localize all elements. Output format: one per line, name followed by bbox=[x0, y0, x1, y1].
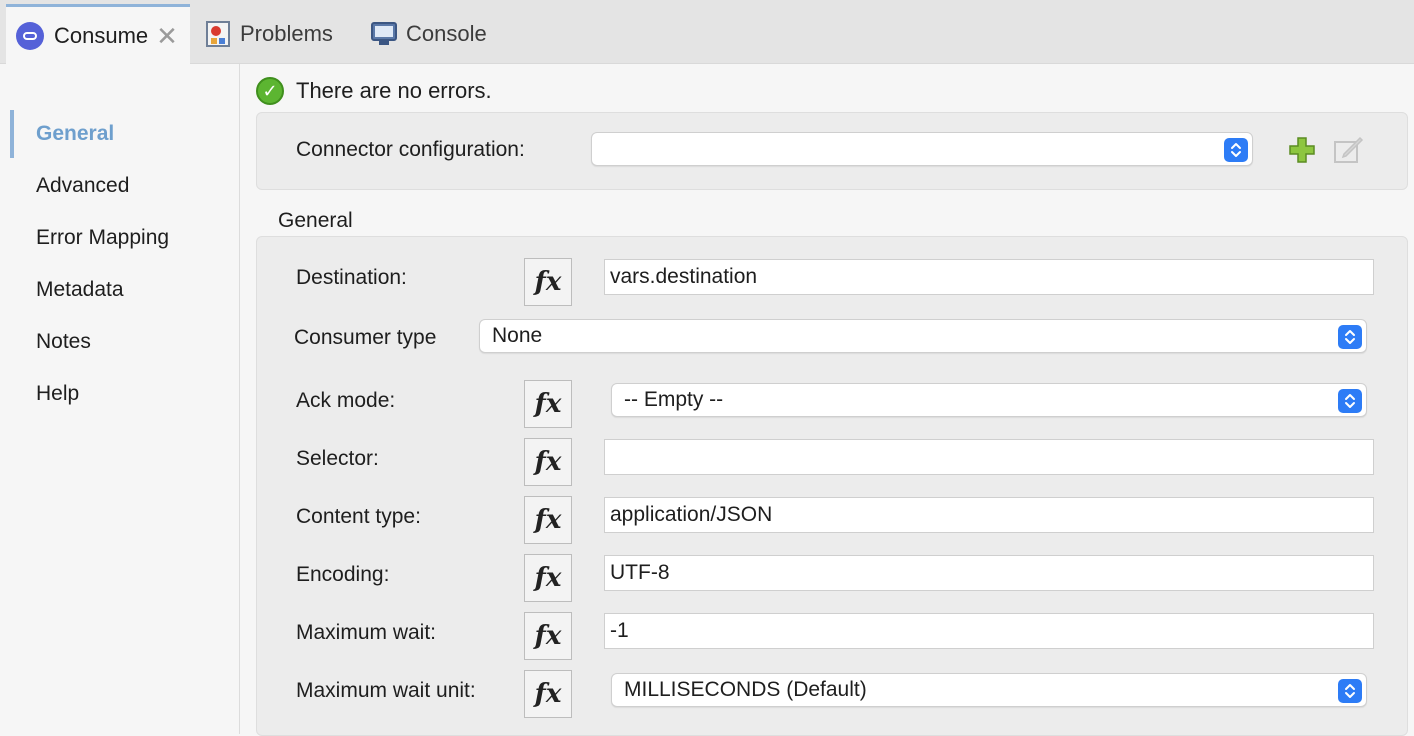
fx-button-ack-mode[interactable]: fx bbox=[524, 380, 572, 428]
chevron-updown-icon bbox=[1224, 138, 1248, 162]
selector-input[interactable] bbox=[604, 439, 1374, 475]
edit-icon[interactable] bbox=[1332, 134, 1364, 166]
fx-button-selector[interactable]: fx bbox=[524, 438, 572, 486]
ack-mode-value: -- Empty -- bbox=[624, 388, 724, 411]
fx-button-destination[interactable]: fx bbox=[524, 258, 572, 306]
tab-problems[interactable]: Problems bbox=[204, 4, 333, 64]
check-circle-icon: ✓ bbox=[256, 77, 284, 105]
add-icon[interactable] bbox=[1288, 136, 1316, 164]
nav-item-general[interactable]: General bbox=[36, 122, 114, 146]
maximum-wait-unit-label: Maximum wait unit: bbox=[296, 679, 476, 702]
fx-button-encoding[interactable]: fx bbox=[524, 554, 572, 602]
nav-item-error-mapping[interactable]: Error Mapping bbox=[36, 226, 169, 250]
status-message: There are no errors. bbox=[296, 78, 492, 103]
nav-active-indicator bbox=[10, 110, 14, 158]
tab-console[interactable]: Console bbox=[370, 4, 487, 64]
maximum-wait-input[interactable]: -1 bbox=[604, 613, 1374, 649]
content-type-input[interactable]: application/JSON bbox=[604, 497, 1374, 533]
console-icon bbox=[370, 20, 398, 48]
maximum-wait-label: Maximum wait: bbox=[296, 621, 437, 644]
close-icon[interactable]: ✕ bbox=[156, 23, 178, 49]
tab-problems-label: Problems bbox=[240, 21, 333, 46]
section-title-general: General bbox=[278, 209, 353, 232]
maximum-wait-unit-value: MILLISECONDS (Default) bbox=[624, 678, 867, 701]
fx-button-content-type[interactable]: fx bbox=[524, 496, 572, 544]
tab-consume[interactable]: Consume ✕ bbox=[6, 4, 190, 64]
tab-console-label: Console bbox=[406, 21, 487, 46]
maximum-wait-unit-select[interactable]: MILLISECONDS (Default) bbox=[611, 673, 1367, 707]
problems-icon bbox=[204, 20, 232, 48]
general-panel bbox=[256, 236, 1408, 736]
selector-label: Selector: bbox=[296, 447, 379, 470]
consume-icon bbox=[16, 21, 44, 50]
validation-status: ✓ There are no errors. bbox=[256, 76, 492, 106]
consumer-type-label: Consumer type bbox=[294, 326, 437, 349]
connector-configuration-label: Connector configuration: bbox=[296, 138, 525, 161]
ack-mode-select[interactable]: -- Empty -- bbox=[611, 383, 1367, 417]
nav-item-help[interactable]: Help bbox=[36, 382, 79, 406]
destination-label: Destination: bbox=[296, 266, 407, 289]
consumer-type-select[interactable]: None bbox=[479, 319, 1367, 353]
fx-button-maximum-wait[interactable]: fx bbox=[524, 612, 572, 660]
nav-item-advanced[interactable]: Advanced bbox=[36, 174, 129, 198]
ack-mode-label: Ack mode: bbox=[296, 389, 396, 412]
encoding-label: Encoding: bbox=[296, 563, 390, 586]
editor-tab-bar: Consume ✕ Problems Console bbox=[0, 0, 1414, 64]
chevron-updown-icon bbox=[1338, 389, 1362, 413]
content-type-label: Content type: bbox=[296, 505, 421, 528]
nav-item-metadata[interactable]: Metadata bbox=[36, 278, 124, 302]
fx-button-maximum-wait-unit[interactable]: fx bbox=[524, 670, 572, 718]
destination-input[interactable]: vars.destination bbox=[604, 259, 1374, 295]
tab-consume-label: Consume bbox=[54, 22, 149, 48]
properties-nav: General Advanced Error Mapping Metadata … bbox=[0, 64, 240, 734]
nav-item-notes[interactable]: Notes bbox=[36, 330, 91, 354]
encoding-input[interactable]: UTF-8 bbox=[604, 555, 1374, 591]
chevron-updown-icon bbox=[1338, 679, 1362, 703]
consumer-type-value: None bbox=[492, 324, 543, 347]
chevron-updown-icon bbox=[1338, 325, 1362, 349]
connector-configuration-select[interactable] bbox=[591, 132, 1253, 166]
